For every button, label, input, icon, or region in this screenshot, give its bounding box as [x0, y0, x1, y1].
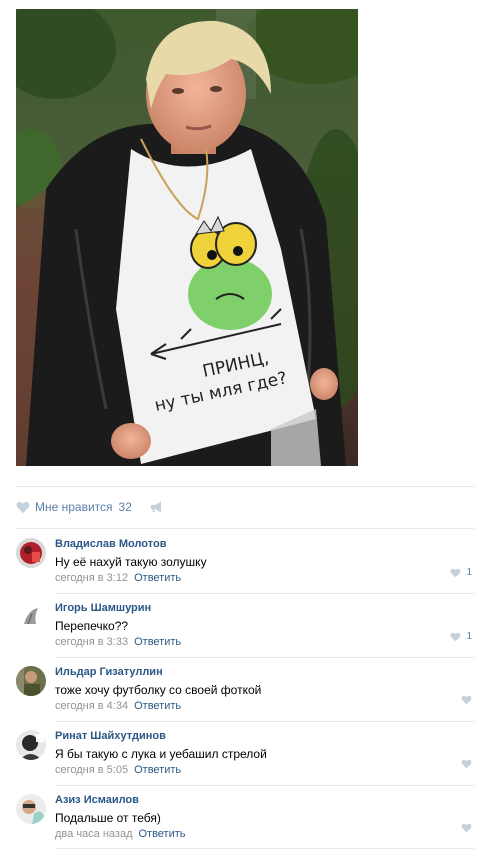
comment-time[interactable]: сегодня в 4:34	[55, 700, 128, 712]
divider	[55, 848, 474, 849]
comment-time[interactable]: сегодня в 5:05	[55, 764, 128, 776]
comment-like-count: 1	[466, 567, 472, 578]
avatar[interactable]	[16, 794, 46, 824]
heart-icon	[450, 568, 461, 577]
comment-like-count: 1	[466, 631, 472, 642]
divider	[55, 785, 474, 786]
comment-text: Я бы такую с лука и уебашил стрелой	[55, 747, 267, 761]
avatar[interactable]	[16, 730, 46, 760]
reply-link[interactable]: Ответить	[134, 572, 181, 584]
comment-text: тоже хочу футболку со своей фоткой	[55, 683, 262, 697]
like-label[interactable]: Мне нравится	[35, 500, 113, 514]
reply-link[interactable]: Ответить	[134, 636, 181, 648]
comment-item: Азиз Исмаилов Подальше от тебя) два часа…	[16, 788, 474, 852]
avatar-image	[16, 602, 46, 632]
likes-bar: Мне нравится 32	[16, 497, 164, 517]
comment-item: Игорь Шамшурин Перепечко?? сегодня в 3:3…	[16, 596, 474, 660]
comment-like-button[interactable]: 1	[450, 567, 472, 578]
comment-author[interactable]: Азиз Исмаилов	[55, 794, 474, 808]
divider	[16, 528, 474, 529]
comment-item: Ильдар Гизатуллин тоже хочу футболку со …	[16, 660, 474, 724]
comment-author[interactable]: Ринат Шайхутдинов	[55, 730, 474, 744]
avatar[interactable]	[16, 666, 46, 696]
heart-icon	[16, 501, 30, 513]
avatar-image	[16, 538, 46, 568]
heart-icon	[461, 823, 472, 833]
post-photo-image: ПРИНЦ, ну ты мля где?	[16, 9, 358, 466]
share-button[interactable]	[150, 501, 164, 513]
avatar-image	[16, 666, 46, 696]
heart-icon	[461, 695, 472, 705]
divider	[55, 593, 474, 594]
comment-time[interactable]: два часа назад	[55, 828, 132, 840]
comment-time[interactable]: сегодня в 3:33	[55, 636, 128, 648]
avatar-image	[16, 794, 46, 824]
comment-time[interactable]: сегодня в 3:12	[55, 572, 128, 584]
like-count[interactable]: 32	[119, 500, 132, 514]
post-photo[interactable]: ПРИНЦ, ну ты мля где?	[16, 9, 358, 466]
like-button[interactable]	[16, 501, 30, 514]
megaphone-icon	[150, 501, 161, 513]
comment-like-button[interactable]	[461, 695, 472, 705]
avatar[interactable]	[16, 538, 46, 568]
heart-icon	[450, 632, 461, 641]
comment-text: Подальше от тебя)	[55, 811, 161, 825]
comment-text: Ну её нахуй такую золушку	[55, 555, 207, 569]
comment-author[interactable]: Игорь Шамшурин	[55, 602, 474, 616]
comment-like-button[interactable]	[461, 759, 472, 769]
reply-link[interactable]: Ответить	[138, 828, 185, 840]
avatar[interactable]	[16, 602, 46, 632]
reply-link[interactable]: Ответить	[134, 700, 181, 712]
comment-item: Владислав Молотов Ну её нахуй такую золу…	[16, 532, 474, 596]
comment-like-button[interactable]: 1	[450, 631, 472, 642]
comment-item: Ринат Шайхутдинов Я бы такую с лука и уе…	[16, 724, 474, 788]
divider	[16, 486, 474, 487]
comment-like-button[interactable]	[461, 823, 472, 833]
reply-link[interactable]: Ответить	[134, 764, 181, 776]
divider	[55, 721, 474, 722]
comment-text: Перепечко??	[55, 619, 129, 633]
divider	[55, 657, 474, 658]
comment-author[interactable]: Ильдар Гизатуллин	[55, 666, 474, 680]
comment-author[interactable]: Владислав Молотов	[55, 538, 474, 552]
heart-icon	[461, 759, 472, 769]
avatar-image	[16, 730, 46, 760]
